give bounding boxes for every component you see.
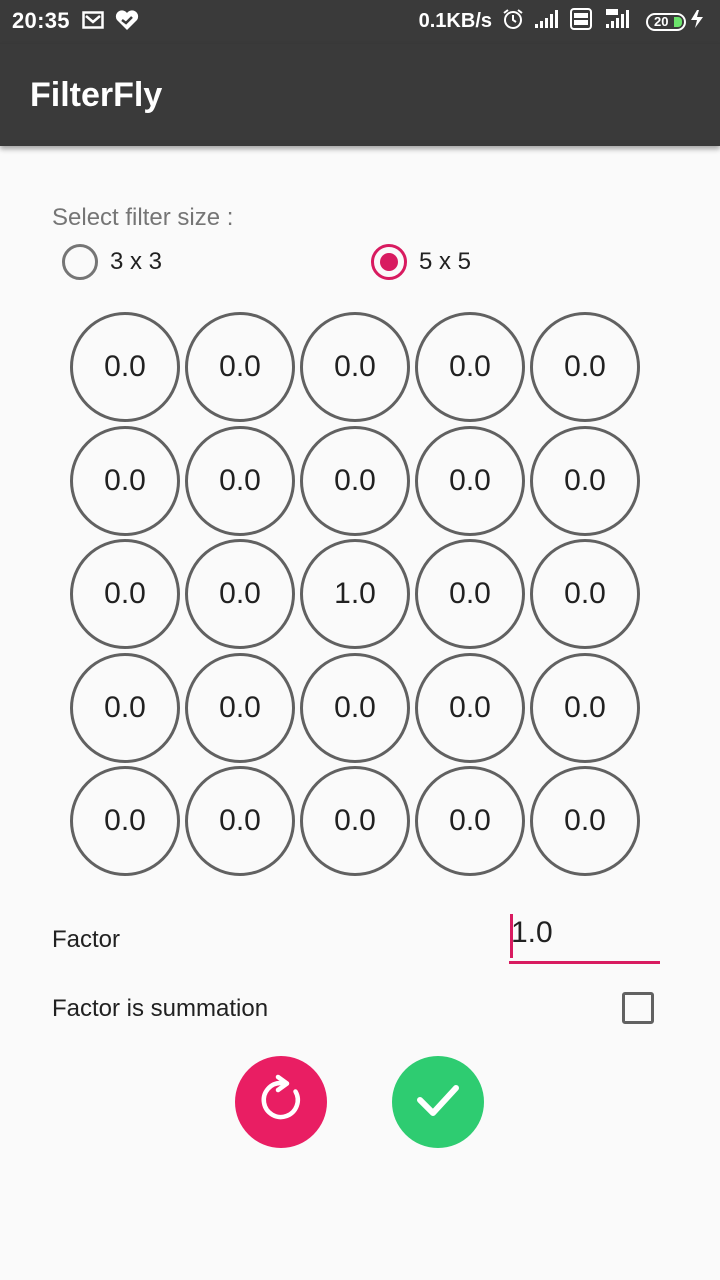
matrix-cell[interactable]: 0.0 [530, 766, 640, 876]
battery-fill [674, 16, 682, 27]
matrix-cell-center[interactable]: 1.0 [300, 539, 410, 649]
matrix-cell[interactable]: 0.0 [70, 425, 180, 536]
matrix-cell[interactable]: 0.0 [70, 766, 180, 876]
network-speed: 0.1KB/s [418, 10, 492, 32]
radio-button-unchecked[interactable] [62, 244, 98, 280]
matrix-cell[interactable]: 0.0 [185, 766, 295, 876]
matrix-cell[interactable]: 0.0 [300, 312, 410, 422]
matrix-cell[interactable]: 0.0 [530, 539, 640, 649]
matrix-cell[interactable]: 0.0 [300, 652, 410, 763]
summation-checkbox[interactable] [622, 992, 654, 1024]
filter-size-label: Select filter size : [52, 204, 234, 231]
matrix-cell[interactable]: 0.0 [530, 652, 640, 763]
factor-label: Factor [52, 926, 121, 953]
gmail-icon [82, 10, 104, 35]
matrix-cell[interactable]: 0.0 [185, 425, 295, 536]
radio-3x3[interactable]: 3 x 3 [62, 244, 162, 280]
heart-check-icon [114, 9, 140, 36]
summation-label: Factor is summation [52, 995, 269, 1022]
matrix-cell[interactable]: 0.0 [185, 312, 295, 422]
app-title: FilterFly [30, 76, 163, 114]
charging-icon [688, 9, 708, 34]
radio-button-checked[interactable] [371, 244, 407, 280]
apply-button[interactable] [392, 1056, 484, 1148]
matrix-cell[interactable]: 0.0 [70, 312, 180, 422]
volte-icon [570, 8, 592, 35]
radio-5x5[interactable]: 5 x 5 [371, 244, 471, 280]
battery-body: 20 [646, 12, 686, 31]
matrix-cell[interactable]: 0.0 [415, 652, 525, 763]
matrix-cell[interactable]: 0.0 [70, 539, 180, 649]
status-left-icons [82, 9, 140, 36]
matrix-cell[interactable]: 0.0 [185, 539, 295, 649]
battery-indicator: 20 [646, 9, 708, 34]
check-icon [408, 1070, 468, 1134]
factor-field[interactable] [509, 912, 662, 964]
4g-signal-icon [602, 8, 636, 35]
matrix-cell[interactable]: 0.0 [415, 312, 525, 422]
matrix-cell[interactable]: 0.0 [185, 652, 295, 763]
reset-button[interactable] [235, 1056, 327, 1148]
matrix-cell[interactable]: 0.0 [530, 425, 640, 536]
filter-matrix: 0.0 0.0 0.0 0.0 0.0 0.0 0.0 0.0 0.0 0.0 … [70, 312, 640, 876]
radio-5x5-label: 5 x 5 [419, 248, 472, 275]
matrix-cell[interactable]: 0.0 [70, 652, 180, 763]
matrix-cell[interactable]: 0.0 [415, 766, 525, 876]
matrix-cell[interactable]: 0.0 [530, 312, 640, 422]
radio-3x3-label: 3 x 3 [110, 248, 163, 275]
matrix-cell[interactable]: 0.0 [415, 539, 525, 649]
matrix-cell[interactable]: 0.0 [300, 766, 410, 876]
status-time: 20:35 [12, 8, 70, 33]
refresh-icon [251, 1070, 311, 1134]
matrix-cell[interactable]: 0.0 [300, 425, 410, 536]
status-bar: 20:35 0.1KB/s 20 [0, 0, 720, 44]
status-right-icons: 0.1KB/s 20 [419, 8, 708, 35]
alarm-icon [502, 8, 524, 35]
battery-level: 20 [654, 13, 669, 29]
matrix-cell[interactable]: 0.0 [415, 425, 525, 536]
app-bar: FilterFly [0, 44, 720, 146]
factor-input[interactable] [509, 916, 662, 950]
signal-icon [534, 9, 560, 34]
